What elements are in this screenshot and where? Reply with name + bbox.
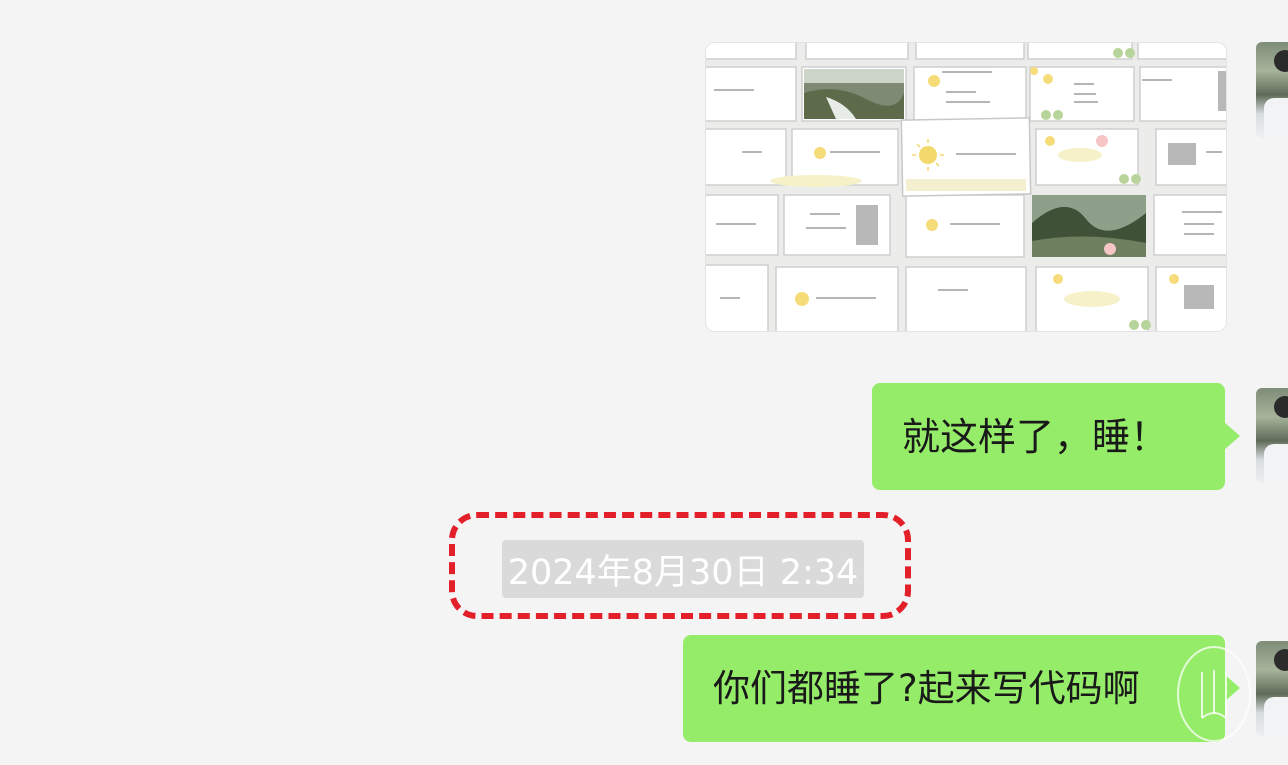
avatar-shirt — [1264, 697, 1288, 737]
avatar-shirt — [1264, 444, 1288, 484]
message-bubble[interactable]: 你们都睡了?起来写代码啊 — [683, 635, 1240, 742]
highlight-annotation — [449, 512, 911, 619]
avatar-face — [1274, 649, 1288, 671]
avatar-face — [1274, 50, 1288, 72]
message-bubble[interactable]: 就这样了，睡！ — [872, 383, 1240, 490]
user-avatar[interactable] — [1256, 641, 1288, 737]
message-text: 你们都睡了?起来写代码啊 — [713, 667, 1140, 710]
watermark-seal-icon — [1177, 646, 1251, 742]
user-avatar[interactable] — [1256, 388, 1288, 484]
message-text: 就这样了，睡！ — [902, 414, 1169, 459]
avatar-face — [1274, 396, 1288, 418]
avatar-shirt — [1264, 98, 1288, 138]
slides-preview-image — [706, 43, 1226, 331]
image-message[interactable] — [705, 42, 1227, 332]
watermark-glyph — [1201, 670, 1227, 719]
user-avatar[interactable] — [1256, 42, 1288, 138]
